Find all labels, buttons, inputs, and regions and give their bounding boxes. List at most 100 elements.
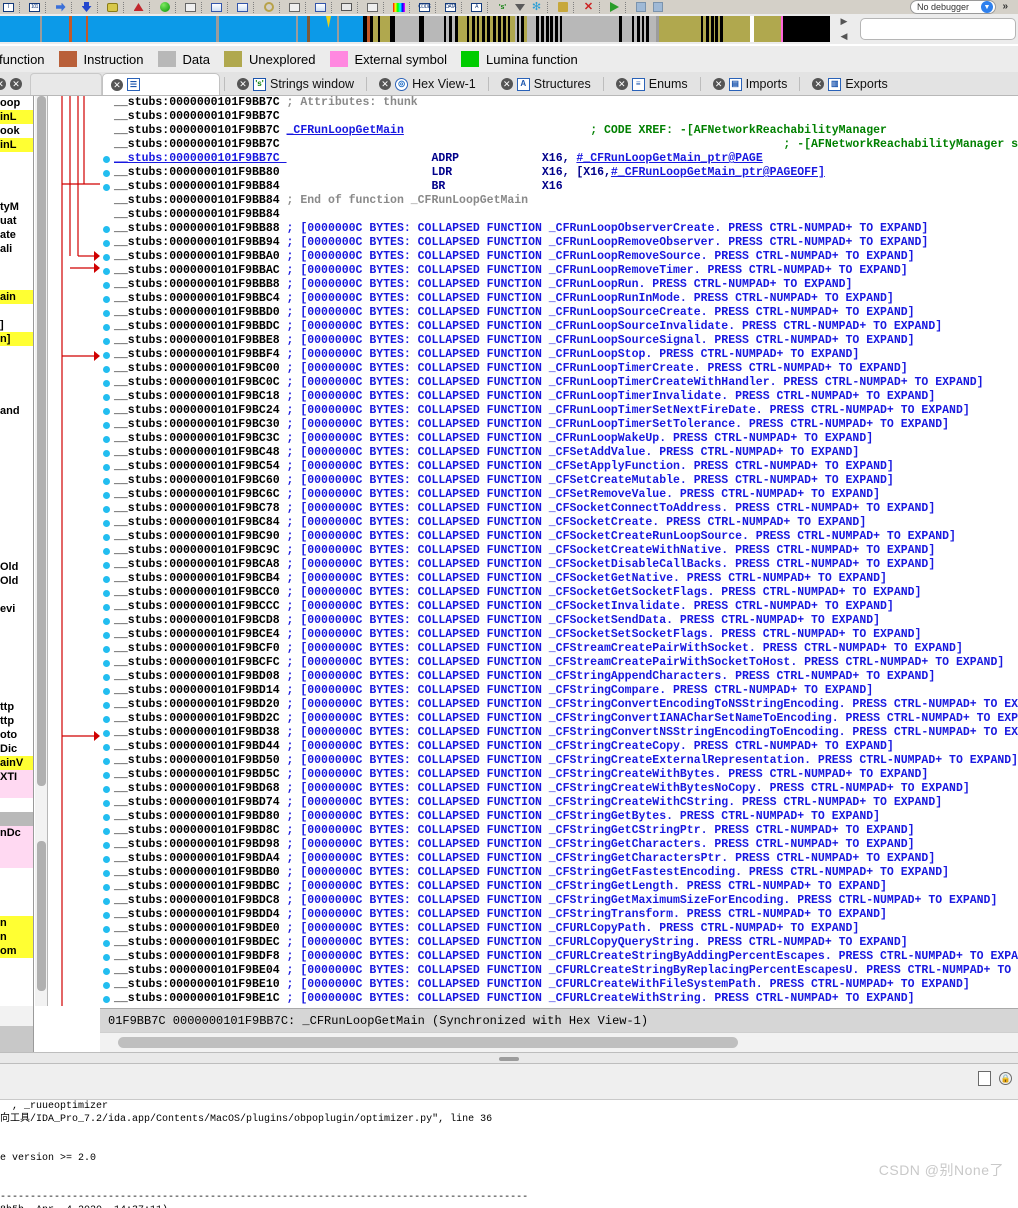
disassembly-line[interactable]: __stubs:0000000101F9BBE8 ; [0000000C BYT… xyxy=(114,334,1018,348)
collapsed-function-text[interactable]: ; [0000000C BYTES: COLLAPSED FUNCTION _C… xyxy=(287,698,1018,711)
chart-icon[interactable] xyxy=(314,1,327,13)
disassembly-line[interactable]: __stubs:0000000101F9BCB4 ; [0000000C BYT… xyxy=(114,572,1018,586)
lock-icon[interactable]: 🔒 xyxy=(999,1072,1012,1085)
collapsed-function-text[interactable]: ; [0000000C BYTES: COLLAPSED FUNCTION _C… xyxy=(287,978,970,991)
disassembly-line[interactable]: __stubs:0000000101F9BC60 ; [0000000C BYT… xyxy=(114,474,1018,488)
close-icon[interactable]: ✕ xyxy=(712,78,725,90)
disassembly-line[interactable]: __stubs:0000000101F9BE1C ; [0000000C BYT… xyxy=(114,992,1018,1006)
collapsed-function-text[interactable]: ; [0000000C BYTES: COLLAPSED FUNCTION _C… xyxy=(287,838,915,851)
tab-enums[interactable]: ✕ ≡ Enums xyxy=(608,73,696,95)
disassembly-line[interactable]: __stubs:0000000101F9BD20 ; [0000000C BYT… xyxy=(114,698,1018,712)
disassembly-line[interactable]: __stubs:0000000101F9BC78 ; [0000000C BYT… xyxy=(114,502,1018,516)
disassembly-line[interactable]: __stubs:0000000101F9BCC0 ; [0000000C BYT… xyxy=(114,586,1018,600)
collapsed-function-text[interactable]: ; [0000000C BYTES: COLLAPSED FUNCTION _C… xyxy=(287,250,915,263)
disassembly-line[interactable]: __stubs:0000000101F9BC30 ; [0000000C BYT… xyxy=(114,418,1018,432)
tree-icon[interactable] xyxy=(236,1,249,13)
close-icon[interactable]: ✕ xyxy=(111,78,123,91)
stop-icon[interactable] xyxy=(651,1,664,13)
pause-icon[interactable] xyxy=(634,1,647,13)
disassembly-line[interactable]: __stubs:0000000101F9BBD0 ; [0000000C BYT… xyxy=(114,306,1018,320)
collapsed-function-text[interactable]: ; [0000000C BYTES: COLLAPSED FUNCTION _C… xyxy=(287,222,929,235)
operand-reference-link[interactable]: #_CFRunLoopGetMain_ptr@PAGEOFF] xyxy=(611,166,825,179)
collapsed-function-text[interactable]: ; [0000000C BYTES: COLLAPSED FUNCTION _C… xyxy=(287,418,950,431)
collapsed-function-text[interactable]: ; [0000000C BYTES: COLLAPSED FUNCTION _C… xyxy=(287,362,908,375)
disassembly-line[interactable]: __stubs:0000000101F9BC90 ; [0000000C BYT… xyxy=(114,530,1018,544)
disassembly-line[interactable]: __stubs:0000000101F9BD50 ; [0000000C BYT… xyxy=(114,754,1018,768)
navband-arrow-down-icon[interactable]: ◀ xyxy=(841,32,848,41)
list-icon[interactable] xyxy=(184,1,197,13)
disassembly-line[interactable]: __stubs:0000000101F9BDEC ; [0000000C BYT… xyxy=(114,936,1018,950)
disassembly-line[interactable]: __stubs:0000000101F9BD14 ; [0000000C BYT… xyxy=(114,684,1018,698)
hex-101-icon[interactable]: 101 xyxy=(28,1,41,13)
disassembly-line[interactable]: __stubs:0000000101F9BB80 LDR X16, [X16,#… xyxy=(114,166,1018,180)
red-triangle-icon[interactable] xyxy=(132,1,145,13)
disassembly-line[interactable]: __stubs:0000000101F9BC6C ; [0000000C BYT… xyxy=(114,488,1018,502)
collapsed-function-text[interactable]: ; [0000000C BYTES: COLLAPSED FUNCTION _C… xyxy=(287,600,894,613)
close-icon[interactable]: ✕ xyxy=(237,78,249,90)
disassembly-line[interactable]: __stubs:0000000101F9BDB0 ; [0000000C BYT… xyxy=(114,866,1018,880)
close-icon[interactable]: ✕ xyxy=(615,78,628,90)
collapsed-function-text[interactable]: ; [0000000C BYTES: COLLAPSED FUNCTION _C… xyxy=(287,992,915,1005)
ascii-icon[interactable]: A xyxy=(470,1,483,13)
green-circle-icon[interactable] xyxy=(158,1,171,13)
left-view-scrollbar[interactable] xyxy=(35,96,48,1006)
rainbow-icon[interactable] xyxy=(392,1,405,13)
disassembly-line[interactable]: __stubs:0000000101F9BDA4 ; [0000000C BYT… xyxy=(114,852,1018,866)
disassembly-line[interactable]: __stubs:0000000101F9BC54 ; [0000000C BYT… xyxy=(114,460,1018,474)
close-icon[interactable]: ✕ xyxy=(500,78,513,90)
collapsed-function-text[interactable]: ; [0000000C BYTES: COLLAPSED FUNCTION _C… xyxy=(287,544,936,557)
disassembly-line[interactable]: __stubs:0000000101F9BDC8 ; [0000000C BYT… xyxy=(114,894,1018,908)
disassembly-line[interactable]: __stubs:0000000101F9BB94 ; [0000000C BYT… xyxy=(114,236,1018,250)
disassembly-line[interactable]: __stubs:0000000101F9BC0C ; [0000000C BYT… xyxy=(114,376,1018,390)
disassembly-line[interactable]: __stubs:0000000101F9BB7C ; -[AFNetworkRe… xyxy=(114,138,1018,152)
left-scroll-thumb[interactable] xyxy=(37,96,46,786)
disassembly-line[interactable]: __stubs:0000000101F9BD38 ; [0000000C BYT… xyxy=(114,726,1018,740)
collapsed-function-text[interactable]: ; [0000000C BYTES: COLLAPSED FUNCTION _C… xyxy=(287,334,915,347)
collapsed-function-text[interactable]: ; [0000000C BYTES: COLLAPSED FUNCTION _C… xyxy=(287,278,853,291)
disassembly-line[interactable]: __stubs:0000000101F9BD74 ; [0000000C BYT… xyxy=(114,796,1018,810)
data-icon[interactable]: DATA xyxy=(444,1,457,13)
disassembly-line[interactable]: __stubs:0000000101F9BD98 ; [0000000C BYT… xyxy=(114,838,1018,852)
toolbar-overflow-button[interactable]: » xyxy=(1002,1,1008,12)
disassembly-line[interactable]: __stubs:0000000101F9BBB8 ; [0000000C BYT… xyxy=(114,278,1018,292)
collapsed-function-text[interactable]: ; [0000000C BYTES: COLLAPSED FUNCTION _C… xyxy=(287,446,860,459)
debugger-selector[interactable]: No debugger ▼ xyxy=(910,0,996,14)
collapsed-function-text[interactable]: ; [0000000C BYTES: COLLAPSED FUNCTION _C… xyxy=(287,782,970,795)
splitter-grip[interactable] xyxy=(499,1057,519,1061)
collapsed-function-text[interactable]: ; [0000000C BYTES: COLLAPSED FUNCTION _C… xyxy=(287,236,929,249)
disassembly-hscrollbar[interactable] xyxy=(100,1032,1018,1052)
collapsed-function-text[interactable]: ; [0000000C BYTES: COLLAPSED FUNCTION _C… xyxy=(287,726,1018,739)
disassembly-line[interactable]: __stubs:0000000101F9BC24 ; [0000000C BYT… xyxy=(114,404,1018,418)
collapsed-function-text[interactable]: ; [0000000C BYTES: COLLAPSED FUNCTION _C… xyxy=(287,866,950,879)
disassembly-line[interactable]: __stubs:0000000101F9BD08 ; [0000000C BYT… xyxy=(114,670,1018,684)
collapsed-function-text[interactable]: ; [0000000C BYTES: COLLAPSED FUNCTION _C… xyxy=(287,656,1005,669)
disassembly-line[interactable]: __stubs:0000000101F9BB84 ; End of functi… xyxy=(114,194,1018,208)
collapsed-function-text[interactable]: ; [0000000C BYTES: COLLAPSED FUNCTION _C… xyxy=(287,684,874,697)
hscroll-thumb[interactable] xyxy=(118,1037,738,1048)
disassembly-line[interactable]: __stubs:0000000101F9BDF8 ; [0000000C BYT… xyxy=(114,950,1018,964)
tab-placeholder[interactable] xyxy=(30,73,102,95)
collapsed-function-text[interactable]: ; [0000000C BYTES: COLLAPSED FUNCTION _C… xyxy=(287,474,894,487)
down-arrows-icon[interactable] xyxy=(80,1,93,13)
disassembly-line[interactable]: __stubs:0000000101F9BCF0 ; [0000000C BYT… xyxy=(114,642,1018,656)
wave-icon[interactable] xyxy=(288,1,301,13)
collapsed-function-text[interactable]: ; [0000000C BYTES: COLLAPSED FUNCTION _C… xyxy=(287,810,881,823)
close-icon[interactable]: ✕ xyxy=(379,78,392,90)
graph-icon[interactable] xyxy=(210,1,223,13)
collapsed-function-text[interactable]: ; [0000000C BYTES: COLLAPSED FUNCTION _C… xyxy=(287,894,998,907)
disassembly-line[interactable]: __stubs:0000000101F9BE04 ; [0000000C BYT… xyxy=(114,964,1018,978)
left-clipped-view[interactable]: oop inL ook inL tyM uat ate ali ain] n] and Old Old e… xyxy=(0,96,34,1006)
disassembly-line[interactable]: __stubs:0000000101F9BBA0 ; [0000000C BYT… xyxy=(114,250,1018,264)
collapsed-function-text[interactable]: ; [0000000C BYTES: COLLAPSED FUNCTION _C… xyxy=(287,796,943,809)
collapsed-function-text[interactable]: ; [0000000C BYTES: COLLAPSED FUNCTION _C… xyxy=(287,712,1018,725)
close-icon[interactable]: ✕ xyxy=(10,78,22,90)
disassembly-line[interactable]: __stubs:0000000101F9BB84 xyxy=(114,208,1018,222)
disassembly-line[interactable]: __stubs:0000000101F9BE10 ; [0000000C BYT… xyxy=(114,978,1018,992)
collapsed-function-text[interactable]: ; [0000000C BYTES: COLLAPSED FUNCTION _C… xyxy=(287,670,936,683)
disassembly-line[interactable]: __stubs:0000000101F9BB88 ; [0000000C BYT… xyxy=(114,222,1018,236)
close-icon[interactable]: ✕ xyxy=(0,78,6,90)
collapsed-function-text[interactable]: ; [0000000C BYTES: COLLAPSED FUNCTION _C… xyxy=(287,936,908,949)
disassembly-line[interactable]: __stubs:0000000101F9BBC4 ; [0000000C BYT… xyxy=(114,292,1018,306)
disassembly-line[interactable]: __stubs:0000000101F9BC84 ; [0000000C BYT… xyxy=(114,516,1018,530)
collapsed-function-text[interactable]: ; [0000000C BYTES: COLLAPSED FUNCTION _C… xyxy=(287,586,922,599)
